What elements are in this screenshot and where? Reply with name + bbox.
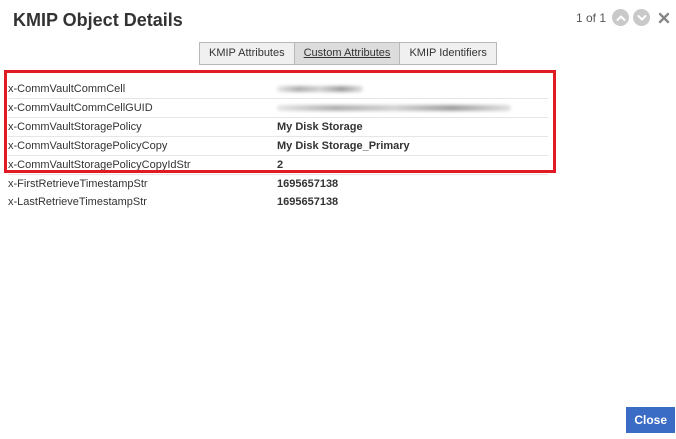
previous-record-button[interactable] [612, 9, 629, 26]
close-button[interactable]: Close [626, 407, 675, 433]
attribute-name: x-CommVaultStoragePolicyCopy [8, 140, 168, 152]
attribute-value: 2 [277, 159, 284, 171]
dialog-title: KMIP Object Details [13, 10, 183, 30]
tab-custom-attributes[interactable]: Custom Attributes [294, 43, 401, 64]
redacted-value [277, 105, 511, 112]
pager: 1 of 1 [576, 9, 672, 26]
attribute-value-redacted [277, 102, 511, 114]
attribute-name: x-FirstRetrieveTimestampStr [8, 178, 148, 190]
attribute-name: x-LastRetrieveTimestampStr [8, 196, 147, 208]
table-row: x-CommVaultCommCellGUID [8, 99, 548, 118]
table-row: x-CommVaultStoragePolicy My Disk Storage [8, 118, 548, 137]
table-row: x-CommVaultCommCell [8, 80, 548, 99]
attribute-name: x-CommVaultStoragePolicyCopyIdStr [8, 159, 191, 171]
attribute-name: x-CommVaultCommCellGUID [8, 102, 153, 114]
tab-kmip-attributes[interactable]: KMIP Attributes [200, 43, 295, 64]
attribute-name: x-CommVaultStoragePolicy [8, 121, 142, 133]
redacted-value [277, 86, 363, 93]
tab-bar: KMIP Attributes Custom Attributes KMIP I… [199, 42, 497, 65]
close-icon [658, 12, 670, 23]
table-row: x-LastRetrieveTimestampStr 1695657138 [8, 193, 548, 211]
next-record-button[interactable] [633, 9, 650, 26]
table-row: x-FirstRetrieveTimestampStr 1695657138 [8, 175, 548, 193]
attribute-value: 1695657138 [277, 196, 339, 208]
close-dialog-button[interactable] [656, 10, 672, 26]
chevron-up-icon [616, 15, 625, 21]
tab-kmip-identifiers[interactable]: KMIP Identifiers [400, 43, 495, 64]
attribute-value: My Disk Storage [277, 121, 363, 133]
attribute-name: x-CommVaultCommCell [8, 83, 126, 95]
attribute-value: 1695657138 [277, 178, 339, 190]
attribute-value: My Disk Storage_Primary [277, 140, 410, 152]
attributes-table: x-CommVaultCommCell x-CommVaultCommCellG… [8, 80, 548, 211]
pager-text: 1 of 1 [575, 10, 606, 25]
attribute-value-redacted [277, 83, 363, 95]
table-row: x-CommVaultStoragePolicyCopyIdStr 2 [8, 156, 548, 175]
table-row: x-CommVaultStoragePolicyCopy My Disk Sto… [8, 137, 548, 156]
chevron-down-icon [637, 14, 646, 20]
